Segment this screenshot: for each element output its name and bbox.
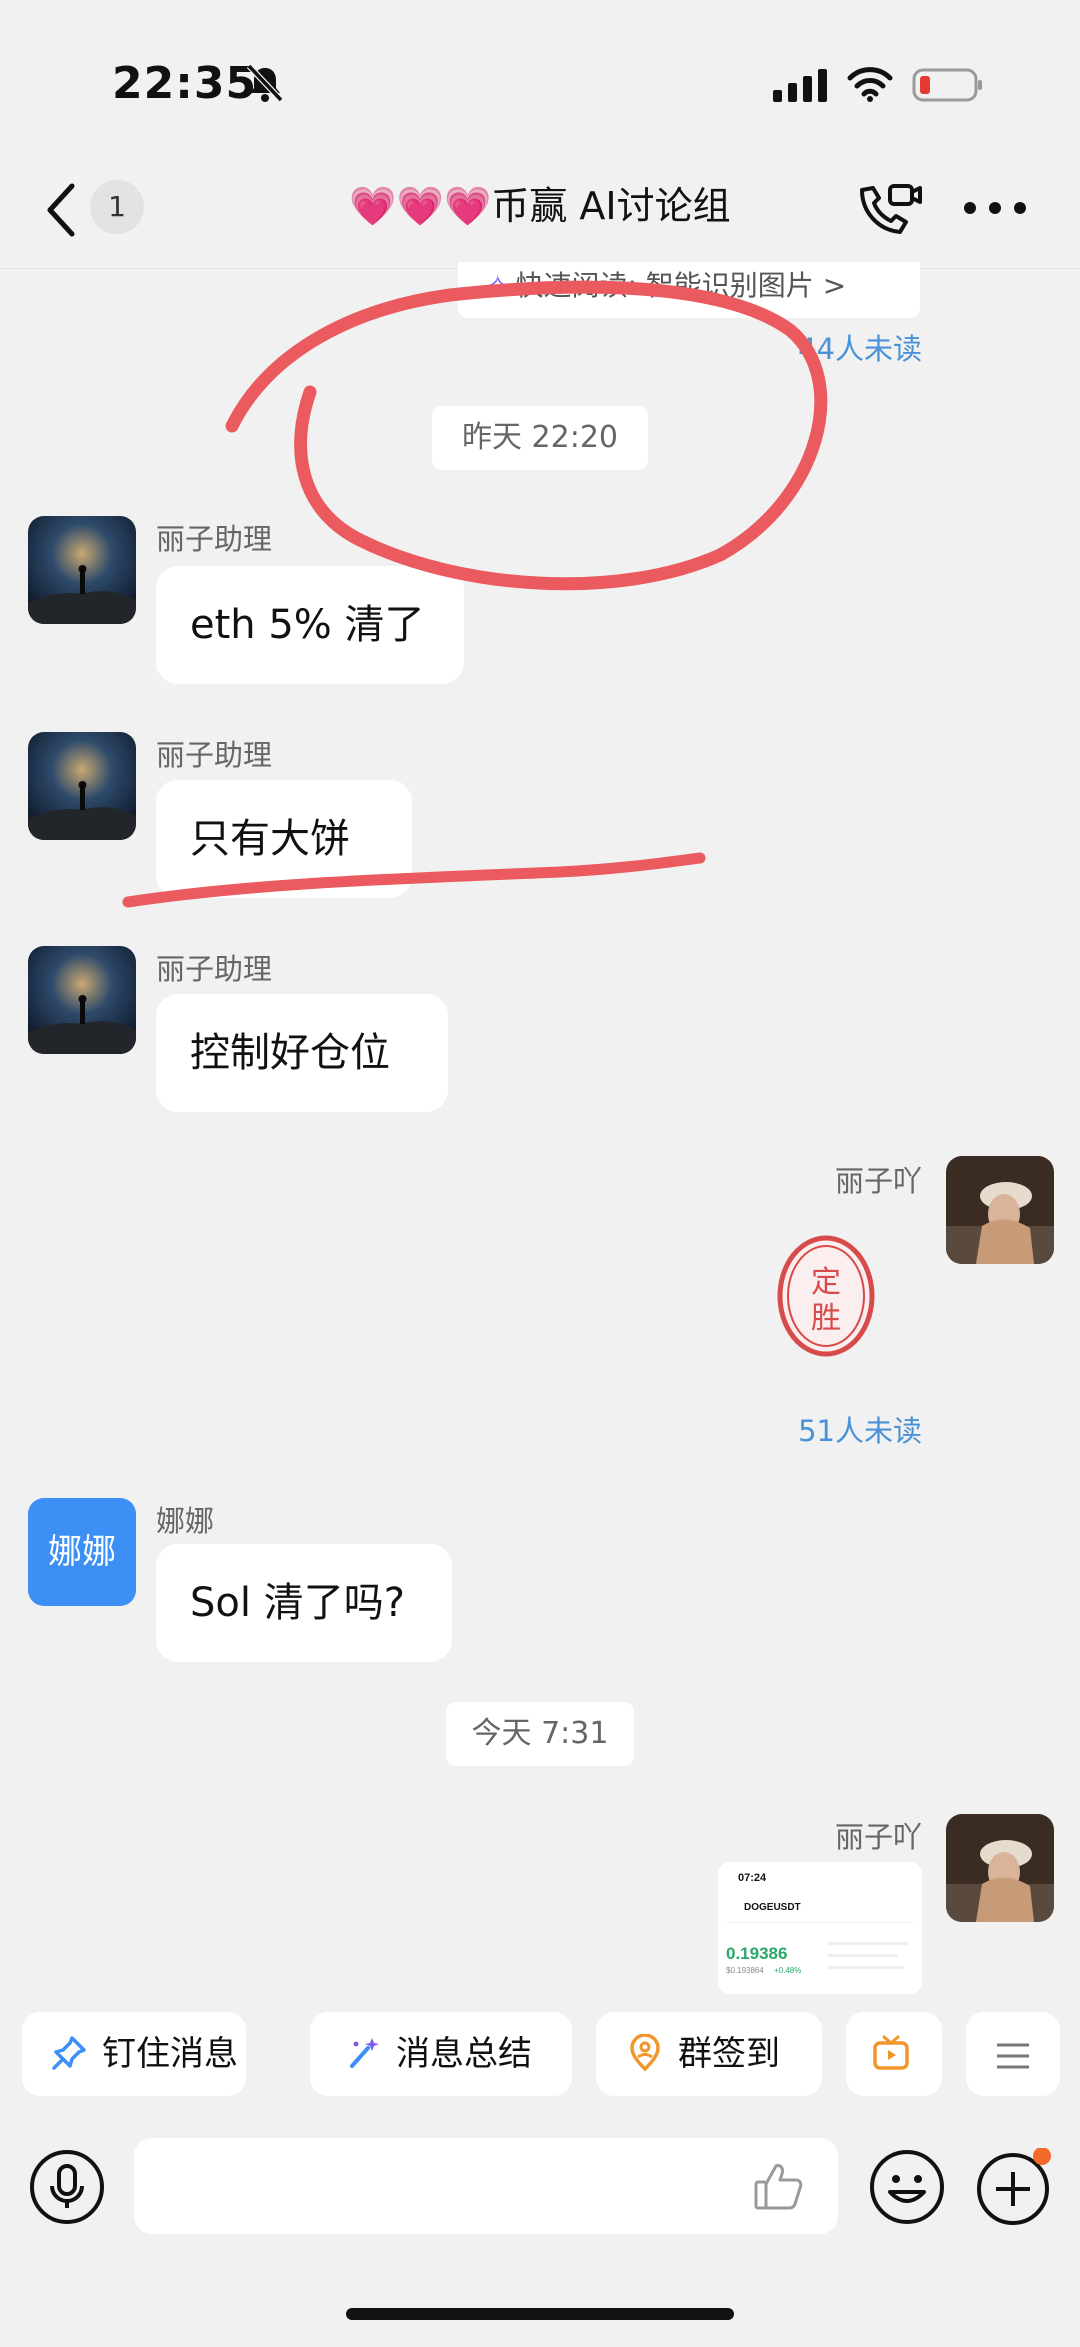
location-checkin-icon [630, 2033, 660, 2071]
pin-icon [52, 2035, 86, 2070]
voice-input-icon[interactable] [28, 2148, 106, 2226]
summary-label: 消息总结 [396, 2034, 532, 2074]
pin-message-button[interactable]: 钉住消息 [22, 2012, 246, 2096]
checkin-label: 群签到 [678, 2034, 780, 2074]
magic-wand-icon [350, 2037, 379, 2068]
tv-live-icon [873, 2035, 909, 2070]
pin-label: 钉住消息 [102, 2034, 238, 2074]
home-indicator [346, 2308, 734, 2320]
menu-lines-icon [997, 2043, 1029, 2068]
thumbs-up-icon[interactable] [750, 2158, 806, 2214]
add-plus-icon[interactable] [974, 2148, 1054, 2228]
toolbar-menu-button[interactable] [966, 2012, 1060, 2096]
message-summary-button[interactable]: 消息总结 [310, 2012, 572, 2096]
group-checkin-button[interactable]: 群签到 [596, 2012, 822, 2096]
hand-drawn-annotation [122, 280, 828, 908]
emoji-icon[interactable] [868, 2148, 946, 2226]
message-input[interactable] [134, 2138, 838, 2234]
live-button[interactable] [846, 2012, 942, 2096]
